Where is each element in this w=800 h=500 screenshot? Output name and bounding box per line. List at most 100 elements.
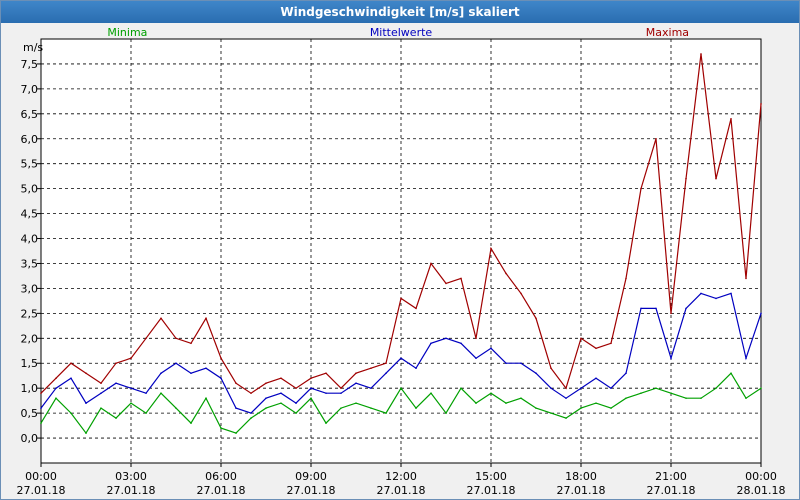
data-point-minima — [745, 397, 747, 399]
x-tick-date: 27.01.18 — [467, 484, 516, 497]
data-point-minima — [340, 407, 342, 409]
data-point-mittelwerte — [655, 307, 657, 310]
data-point-mittelwerte — [550, 387, 552, 389]
data-point-minima — [595, 402, 597, 404]
data-point-mittelwerte — [610, 387, 612, 389]
data-point-minima — [415, 407, 417, 409]
data-point-mittelwerte — [280, 392, 282, 394]
data-point-maxima — [460, 277, 462, 280]
data-point-minima — [205, 397, 207, 399]
data-point-maxima — [235, 382, 237, 384]
y-tick-label: 4,5 — [21, 208, 39, 221]
data-point-minima — [280, 402, 282, 404]
data-point-minima — [715, 387, 717, 389]
data-point-minima — [145, 412, 147, 414]
data-point-mittelwerte — [415, 367, 417, 370]
legend-minima: Minima — [107, 26, 147, 39]
data-point-maxima — [115, 362, 117, 365]
data-point-mittelwerte — [205, 367, 207, 370]
data-point-minima — [550, 412, 552, 414]
data-point-maxima — [340, 387, 342, 389]
data-point-maxima — [175, 337, 177, 340]
data-point-minima — [310, 397, 312, 399]
y-tick-label: 2,5 — [21, 307, 39, 320]
data-point-minima — [520, 397, 522, 399]
data-point-maxima — [355, 372, 357, 375]
y-tick-label: 1,5 — [21, 357, 39, 370]
data-point-mittelwerte — [595, 377, 597, 380]
data-point-mittelwerte — [220, 377, 222, 380]
data-point-mittelwerte — [130, 387, 132, 389]
x-tick-date: 27.01.18 — [647, 484, 696, 497]
data-point-maxima — [580, 337, 582, 340]
data-point-mittelwerte — [145, 392, 147, 394]
data-point-minima — [70, 412, 72, 414]
data-point-maxima — [295, 387, 297, 389]
data-point-maxima — [550, 367, 552, 370]
data-point-mittelwerte — [700, 292, 702, 295]
data-point-minima — [460, 387, 462, 389]
data-point-mittelwerte — [265, 397, 267, 399]
data-point-mittelwerte — [310, 387, 312, 389]
data-point-minima — [700, 397, 702, 399]
x-tick-date: 27.01.18 — [557, 484, 606, 497]
y-tick-label: 4,0 — [21, 233, 39, 246]
data-point-mittelwerte — [325, 392, 327, 394]
data-point-mittelwerte — [430, 342, 432, 345]
data-point-maxima — [370, 367, 372, 370]
x-tick-time: 06:00 — [205, 470, 237, 483]
data-point-maxima — [190, 342, 192, 345]
legend-mittelwerte: Mittelwerte — [370, 26, 433, 39]
data-point-maxima — [670, 312, 672, 315]
data-point-mittelwerte — [190, 372, 192, 375]
data-point-maxima — [40, 392, 42, 394]
data-point-maxima — [130, 357, 132, 360]
data-point-mittelwerte — [535, 372, 537, 375]
data-point-mittelwerte — [85, 402, 87, 404]
data-point-minima — [490, 392, 492, 394]
y-tick-label: 3,0 — [21, 282, 39, 295]
data-point-mittelwerte — [670, 357, 672, 360]
data-point-mittelwerte — [760, 312, 762, 315]
x-tick-date: 27.01.18 — [197, 484, 246, 497]
data-point-mittelwerte — [460, 342, 462, 345]
data-point-minima — [685, 397, 687, 399]
y-tick-label: 7,0 — [21, 83, 39, 96]
data-point-maxima — [535, 317, 537, 320]
data-point-minima — [55, 397, 57, 399]
data-point-minima — [400, 387, 402, 389]
data-point-mittelwerte — [55, 387, 57, 389]
data-point-maxima — [100, 382, 102, 384]
data-point-minima — [355, 402, 357, 404]
y-tick-label: 6,5 — [21, 108, 39, 121]
chart-window: Windgeschwindigkeit [m/s] skaliert 0,0 0,… — [0, 0, 800, 500]
data-point-minima — [100, 407, 102, 409]
data-point-minima — [370, 407, 372, 409]
data-point-minima — [115, 417, 117, 419]
data-point-maxima — [85, 372, 87, 375]
data-point-mittelwerte — [520, 362, 522, 365]
data-point-maxima — [220, 357, 222, 360]
data-point-mittelwerte — [295, 402, 297, 404]
data-point-maxima — [430, 262, 432, 265]
x-tick-time: 00:00 — [25, 470, 57, 483]
data-point-maxima — [685, 177, 687, 180]
data-point-minima — [670, 392, 672, 394]
data-point-mittelwerte — [715, 297, 717, 300]
x-tick-date: 27.01.18 — [287, 484, 336, 497]
data-point-mittelwerte — [400, 357, 402, 360]
y-tick-label: 5,5 — [21, 158, 39, 171]
data-point-minima — [625, 397, 627, 399]
data-point-maxima — [520, 292, 522, 295]
data-point-maxima — [385, 362, 387, 365]
data-point-maxima — [595, 347, 597, 350]
x-tick-time: 12:00 — [385, 470, 417, 483]
x-tick-date: 27.01.18 — [107, 484, 156, 497]
data-point-minima — [475, 402, 477, 404]
x-tick-time: 00:00 — [745, 470, 777, 483]
data-point-maxima — [640, 187, 642, 190]
data-point-mittelwerte — [505, 362, 507, 365]
legend-maxima: Maxima — [646, 26, 689, 39]
data-point-maxima — [400, 297, 402, 300]
data-point-maxima — [55, 377, 57, 380]
